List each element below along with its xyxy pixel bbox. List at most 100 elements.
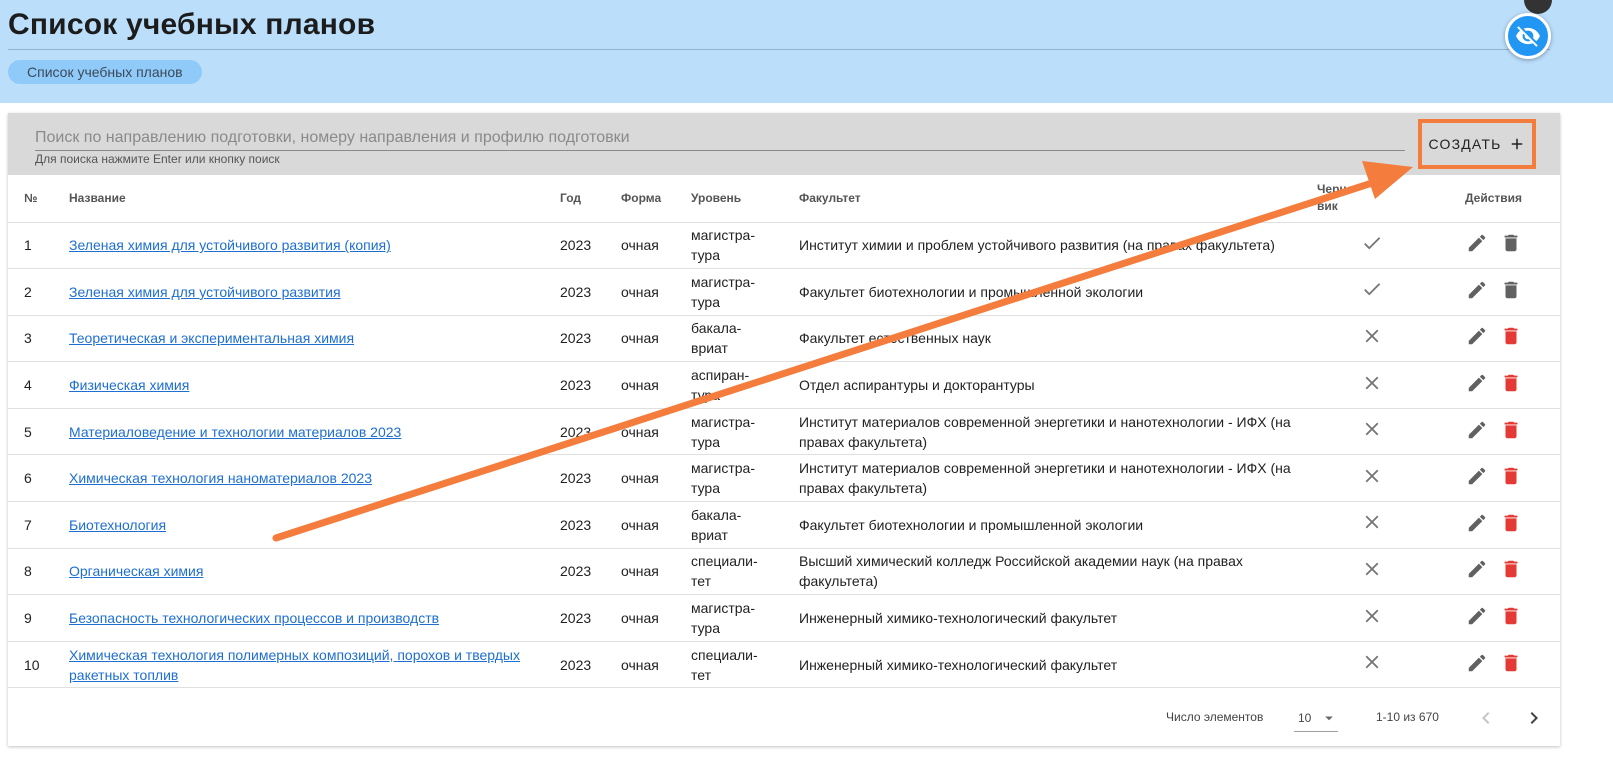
row-num: 7 (8, 501, 69, 549)
check-icon (1364, 283, 1381, 296)
row-draft (1317, 408, 1427, 456)
trash-icon (1504, 654, 1517, 671)
row-year: 2023 (560, 641, 621, 689)
plan-link[interactable]: Химическая технология полимерных компози… (69, 647, 520, 683)
row-actions (1427, 454, 1560, 503)
row-level-line2: вриат (691, 526, 728, 543)
plan-link[interactable]: Безопасность технологических процессов и… (69, 610, 439, 626)
row-form: очная (621, 594, 691, 642)
row-draft (1317, 268, 1427, 316)
header-actions: Действия (1427, 175, 1560, 223)
row-draft (1317, 222, 1427, 270)
row-num: 6 (8, 454, 69, 503)
edit-button[interactable] (1465, 651, 1489, 675)
edit-button[interactable] (1465, 231, 1489, 255)
row-name-cell: Биотехнология (69, 501, 560, 549)
header-draft-line2: вик (1317, 199, 1338, 214)
pencil-icon (1468, 607, 1485, 625)
plan-link[interactable]: Физическая химия (69, 377, 189, 393)
edit-button[interactable] (1465, 557, 1489, 581)
delete-button[interactable] (1499, 324, 1523, 348)
row-name-cell: Безопасность технологических процессов и… (69, 594, 560, 642)
row-level-line1: магистра- (691, 413, 755, 430)
delete-button[interactable] (1499, 464, 1523, 488)
row-level-line2: вриат (691, 340, 728, 357)
row-faculty: Отдел аспирантуры и докторантуры (799, 361, 1317, 409)
edit-button[interactable] (1465, 278, 1489, 302)
close-icon (1365, 469, 1379, 483)
close-icon (1365, 655, 1379, 669)
row-faculty: Институт химии и проблем устойчивого раз… (799, 222, 1317, 270)
row-faculty: Инженерный химико-технологический факуль… (799, 641, 1317, 689)
delete-button[interactable] (1499, 604, 1523, 628)
plan-link[interactable]: Органическая химия (69, 563, 203, 579)
row-faculty: Высший химический колледж Российской ака… (799, 548, 1317, 596)
header-form[interactable]: Форма (621, 175, 691, 223)
row-name-cell: Органическая химия (69, 548, 560, 596)
edit-button[interactable] (1465, 464, 1489, 488)
header-draft[interactable]: Черно- вик (1317, 175, 1427, 223)
search-input[interactable] (35, 125, 1405, 151)
edit-button[interactable] (1465, 604, 1489, 628)
row-level-line1: бакала- (691, 320, 742, 337)
prev-page-button[interactable] (1474, 706, 1498, 733)
row-level: бакала-вриат (691, 501, 799, 549)
edit-button[interactable] (1465, 371, 1489, 395)
pencil-icon (1468, 281, 1485, 299)
per-page-select[interactable]: 10 (1294, 704, 1338, 732)
pencil-icon (1468, 235, 1485, 252)
header-level[interactable]: Уровень (691, 175, 799, 223)
row-level: аспиран-тура (691, 361, 799, 409)
row-level-line1: магистра- (691, 460, 755, 477)
delete-button[interactable] (1499, 511, 1523, 535)
trash-icon (1504, 281, 1517, 299)
plan-link[interactable]: Теоретическая и экспериментальная химия (69, 330, 354, 346)
plan-link[interactable]: Химическая технология наноматериалов 202… (69, 470, 372, 486)
create-button[interactable]: СОЗДАТЬ (1418, 119, 1536, 169)
table-row: 6 Химическая технология наноматериалов 20… (8, 454, 1560, 503)
row-num: 10 (8, 641, 69, 689)
plan-link[interactable]: Биотехнология (69, 517, 166, 533)
row-num: 5 (8, 408, 69, 456)
row-draft (1317, 501, 1427, 549)
close-icon (1365, 609, 1379, 622)
edit-button[interactable] (1465, 511, 1489, 535)
header-num[interactable]: № (8, 175, 69, 223)
breadcrumb[interactable]: Список учебных планов (8, 60, 202, 84)
next-page-button[interactable] (1522, 706, 1546, 733)
row-level: магистра-тура (691, 222, 799, 270)
row-form: очная (621, 548, 691, 596)
trash-icon (1504, 235, 1517, 252)
table-row: 5 Материаловедение и технологии материало… (8, 408, 1560, 456)
row-year: 2023 (560, 315, 621, 363)
edit-button[interactable] (1465, 418, 1489, 442)
row-actions (1427, 501, 1560, 549)
header-year[interactable]: Год (560, 175, 621, 223)
delete-button[interactable] (1499, 651, 1523, 675)
delete-button[interactable] (1499, 557, 1523, 581)
header-name[interactable]: Название (69, 175, 560, 223)
delete-button[interactable] (1499, 231, 1523, 255)
row-draft (1317, 361, 1427, 409)
plan-link[interactable]: Зеленая химия для устойчивого развития (69, 284, 341, 300)
row-form: очная (621, 501, 691, 549)
delete-button[interactable] (1499, 371, 1523, 395)
close-icon (1365, 515, 1379, 529)
row-actions (1427, 641, 1560, 689)
row-level-line1: аспиран- (691, 367, 750, 384)
visibility-toggle-button[interactable] (1505, 13, 1551, 59)
row-name-cell: Теоретическая и экспериментальная химия (69, 315, 560, 363)
row-name-cell: Материаловедение и технологии материалов… (69, 408, 560, 456)
row-year: 2023 (560, 594, 621, 642)
edit-button[interactable] (1465, 324, 1489, 348)
header-faculty[interactable]: Факультет (799, 175, 1317, 223)
pencil-icon (1468, 421, 1485, 438)
header-draft-line1: Черно- (1317, 182, 1359, 197)
delete-button[interactable] (1499, 418, 1523, 442)
row-level: магистра-тура (691, 454, 799, 503)
plan-link[interactable]: Материаловедение и технологии материалов… (69, 424, 401, 440)
plan-link[interactable]: Зеленая химия для устойчивого развития (… (69, 237, 391, 253)
row-year: 2023 (560, 454, 621, 503)
corner-badge[interactable] (1524, 0, 1552, 14)
delete-button[interactable] (1499, 278, 1523, 302)
